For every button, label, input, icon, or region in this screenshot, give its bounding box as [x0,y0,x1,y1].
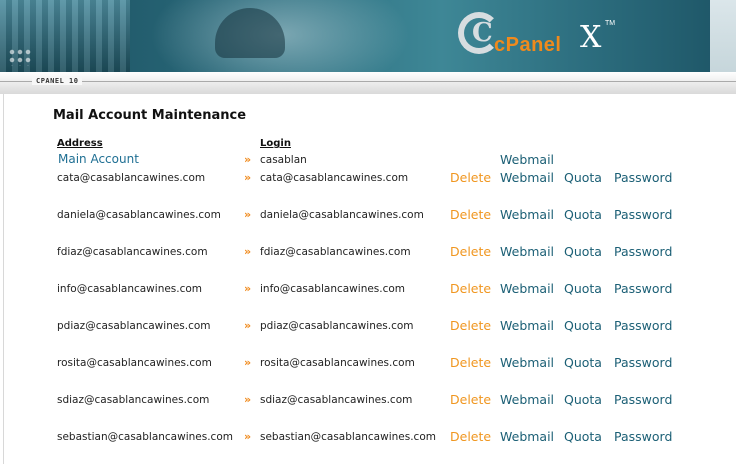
account-address: sebastian@casablancawines.com [57,431,233,443]
quota-link[interactable]: Quota [564,429,602,444]
account-row: cata@casablancawines.com » cata@casablanca… [0,170,736,188]
account-login: sebastian@casablancawines.com [260,431,436,443]
banner-dots-graphic [8,48,32,66]
arrow-icon: » [244,356,252,369]
account-login: fdiaz@casablancawines.com [260,246,411,258]
password-link[interactable]: Password [614,281,672,296]
account-login: info@casablancawines.com [260,283,406,295]
login-column-header: Login [260,138,291,149]
arrow-icon: » [244,171,252,184]
delete-link[interactable]: Delete [450,392,491,407]
delete-link[interactable]: Delete [450,281,491,296]
page-title: Mail Account Maintenance [53,108,247,123]
account-login: daniela@casablancawines.com [260,209,424,221]
arrow-icon: » [244,282,252,295]
version-strip-rule [0,81,736,82]
account-row: rosita@casablancawines.com » rosita@casabl… [0,355,736,373]
delete-link[interactable]: Delete [450,244,491,259]
account-login: sdiaz@casablancawines.com [260,394,413,406]
account-address: pdiaz@casablancawines.com [57,320,211,332]
password-link[interactable]: Password [614,207,672,222]
trademark-mark: TM [605,20,616,27]
address-column-header: Address [57,138,103,149]
quota-link[interactable]: Quota [564,281,602,296]
account-row: daniela@casablancawines.com » daniela@casa… [0,207,736,225]
cpanel-logo-mark: C [472,18,493,48]
account-address: info@casablancawines.com [57,283,203,295]
arrow-icon: » [244,245,252,258]
account-address: rosita@casablancawines.com [57,357,212,369]
webmail-link[interactable]: Webmail [500,392,554,407]
password-link[interactable]: Password [614,429,672,444]
webmail-link[interactable]: Webmail [500,429,554,444]
password-link[interactable]: Password [614,244,672,259]
delete-link[interactable]: Delete [450,170,491,185]
banner-corner [710,0,736,72]
account-address: daniela@casablancawines.com [57,209,221,221]
delete-link[interactable]: Delete [450,207,491,222]
webmail-link[interactable]: Webmail [500,318,554,333]
account-login: pdiaz@casablancawines.com [260,320,414,332]
arrow-icon: » [244,208,252,221]
quota-link[interactable]: Quota [564,318,602,333]
arrow-icon: » [244,153,252,166]
account-address: fdiaz@casablancawines.com [57,246,208,258]
account-row: info@casablancawines.com » info@casablanca… [0,281,736,299]
quota-link[interactable]: Quota [564,170,602,185]
cpanel-x-mark: X [580,20,602,55]
account-address: sdiaz@casablancawines.com [57,394,210,406]
account-row: sebastian@casablancawines.com » sebastian@… [0,429,736,447]
account-login: rosita@casablancawines.com [260,357,415,369]
account-login: cata@casablancawines.com [260,172,409,184]
account-row: sdiaz@casablancawines.com » sdiaz@casablan… [0,392,736,410]
main-account-row: Main Account » casablan Webmail [0,152,736,170]
webmail-link[interactable]: Webmail [500,244,554,259]
password-link[interactable]: Password [614,355,672,370]
header-banner: C cPanel X TM [0,0,736,72]
webmail-link[interactable]: Webmail [500,355,554,370]
quota-link[interactable]: Quota [564,207,602,222]
arrow-icon: » [244,430,252,443]
cpanel-logo-text: cPanel [494,34,562,56]
main-account-label: Main Account [58,152,139,166]
password-link[interactable]: Password [614,392,672,407]
webmail-link[interactable]: Webmail [500,281,554,296]
account-address: cata@casablancawines.com [57,172,206,184]
main-account-login: casablan [260,154,307,166]
quota-link[interactable]: Quota [564,244,602,259]
delete-link[interactable]: Delete [450,318,491,333]
version-strip: CPANEL 10 [0,72,736,94]
password-link[interactable]: Password [614,170,672,185]
webmail-link[interactable]: Webmail [500,207,554,222]
account-row: fdiaz@casablancawines.com » fdiaz@casablan… [0,244,736,262]
delete-link[interactable]: Delete [450,355,491,370]
password-link[interactable]: Password [614,318,672,333]
quota-link[interactable]: Quota [564,355,602,370]
webmail-link[interactable]: Webmail [500,152,554,167]
arrow-icon: » [244,319,252,332]
account-row: pdiaz@casablancawines.com » pdiaz@casablan… [0,318,736,336]
version-label: CPANEL 10 [32,77,83,85]
arrow-icon: » [244,393,252,406]
delete-link[interactable]: Delete [450,429,491,444]
webmail-link[interactable]: Webmail [500,170,554,185]
quota-link[interactable]: Quota [564,392,602,407]
